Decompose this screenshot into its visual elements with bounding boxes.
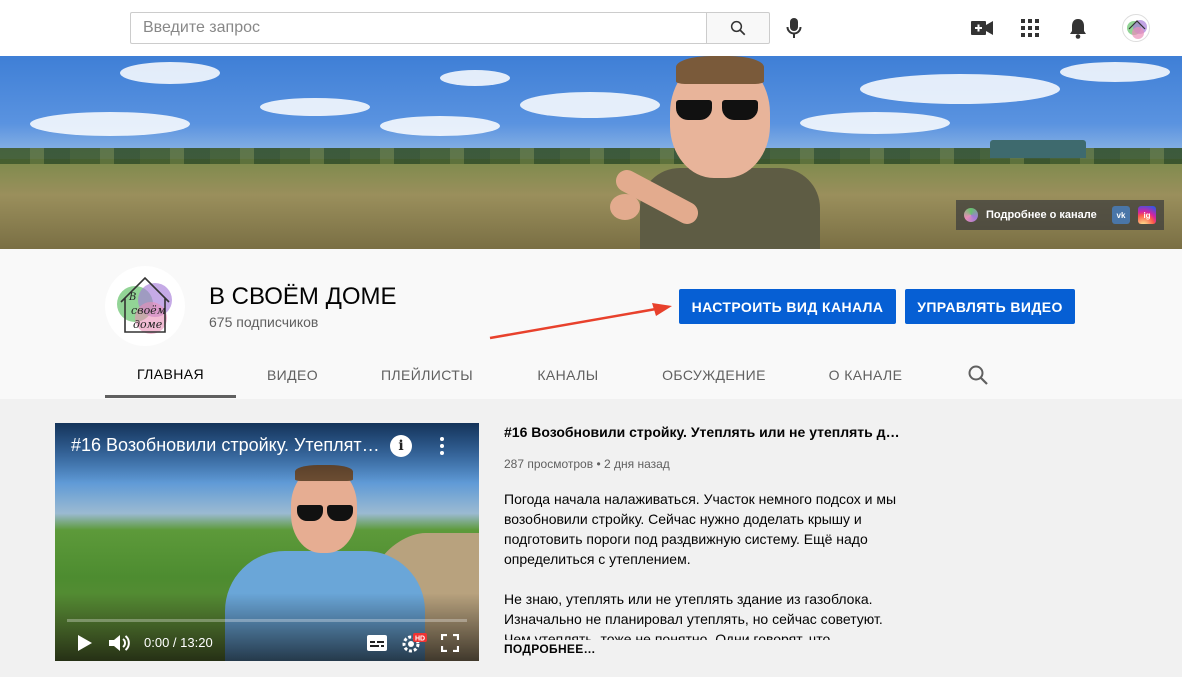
- vk-icon[interactable]: vk: [1112, 206, 1130, 224]
- masthead: [0, 0, 1182, 56]
- tab-home[interactable]: ГЛАВНАЯ: [105, 352, 236, 398]
- about-channel-link[interactable]: Подробнее о канале: [986, 209, 1104, 221]
- subtitles-icon: [367, 635, 387, 651]
- video-player[interactable]: #16 Возобновили стройку. Утеплят… i 0:00…: [55, 423, 479, 661]
- avatar-line: В: [128, 292, 136, 303]
- subscriber-count: 675 подписчиков: [209, 314, 319, 330]
- banner-person-hand: [610, 194, 640, 220]
- volume-icon: [109, 635, 130, 651]
- search-icon: [968, 365, 988, 385]
- tab-videos[interactable]: ВИДЕО: [236, 352, 349, 398]
- more-options-icon[interactable]: [435, 435, 449, 457]
- subtitles-button[interactable]: [365, 631, 389, 655]
- settings-button[interactable]: HD: [401, 631, 427, 655]
- channel-logo-icon: [964, 208, 978, 222]
- apps-grid-icon: [1021, 19, 1039, 37]
- banner-cloud: [860, 74, 1060, 104]
- video-title-link[interactable]: #16 Возобновили стройку. Утеплять или не…: [504, 424, 904, 440]
- video-description: Погода начала налаживаться. Участок немн…: [504, 489, 904, 640]
- fullscreen-icon: [441, 634, 459, 652]
- fullscreen-button[interactable]: [439, 631, 461, 655]
- channel-avatar[interactable]: В своём доме: [105, 266, 185, 346]
- banner-links: Подробнее о канале vk ig: [956, 200, 1164, 230]
- banner-cloud: [380, 116, 500, 136]
- hd-badge: HD: [415, 636, 425, 643]
- play-icon: [78, 635, 92, 651]
- channel-banner: Подробнее о канале vk ig: [0, 56, 1182, 249]
- search-input[interactable]: [130, 12, 706, 44]
- video-meta: 287 просмотров • 2 дня назад: [504, 457, 670, 471]
- info-icon[interactable]: i: [390, 435, 412, 457]
- tab-about[interactable]: О КАНАЛЕ: [797, 352, 934, 398]
- banner-cloud: [260, 98, 370, 116]
- channel-logo-icon: [1127, 20, 1147, 39]
- instagram-icon[interactable]: ig: [1138, 206, 1156, 224]
- mic-icon: [786, 18, 802, 38]
- view-count: 287 просмотров: [504, 457, 594, 471]
- notifications-button[interactable]: [1066, 16, 1090, 40]
- search-button[interactable]: [706, 12, 770, 44]
- voice-search-button[interactable]: [782, 14, 806, 42]
- apps-button[interactable]: [1018, 16, 1042, 40]
- banner-cloud: [440, 70, 510, 86]
- banner-cloud: [30, 112, 190, 136]
- channel-search-button[interactable]: [966, 363, 990, 387]
- description-paragraph: Погода начала налаживаться. Участок немн…: [504, 491, 897, 567]
- banner-cloud: [120, 62, 220, 84]
- tab-discussion[interactable]: ОБСУЖДЕНИЕ: [631, 352, 797, 398]
- channel-logo-icon: В своём доме: [117, 276, 172, 334]
- manage-videos-button[interactable]: УПРАВЛЯТЬ ВИДЕО: [905, 289, 1075, 324]
- search-icon: [730, 20, 746, 36]
- sunglasses-icon: [676, 100, 760, 122]
- avatar-line: своём: [131, 304, 166, 317]
- channel-title: В СВОЁМ ДОМЕ: [209, 283, 397, 310]
- banner-house: [990, 140, 1086, 158]
- channel-tabs: ГЛАВНАЯ ВИДЕО ПЛЕЙЛИСТЫ КАНАЛЫ ОБСУЖДЕНИ…: [0, 352, 1182, 398]
- banner-person-hair: [676, 56, 764, 84]
- customize-channel-button[interactable]: НАСТРОИТЬ ВИД КАНАЛА: [679, 289, 896, 324]
- video-camera-plus-icon: [971, 21, 993, 35]
- read-more-link[interactable]: ПОДРОБНЕЕ…: [504, 642, 596, 656]
- gear-icon: HD: [402, 633, 427, 653]
- progress-bar[interactable]: [67, 619, 467, 622]
- bell-icon: [1070, 18, 1086, 39]
- description-paragraph: Не знаю, утеплять или не утеплять здание…: [504, 591, 883, 640]
- tab-playlists[interactable]: ПЛЕЙЛИСТЫ: [349, 352, 505, 398]
- annotation-arrow-icon: [489, 303, 672, 340]
- account-avatar[interactable]: [1122, 14, 1150, 42]
- meta-separator: •: [596, 457, 601, 471]
- play-button[interactable]: [75, 631, 95, 655]
- avatar-line: доме: [133, 318, 163, 331]
- banner-cloud: [1060, 62, 1170, 82]
- tab-channels[interactable]: КАНАЛЫ: [505, 352, 631, 398]
- upload-date: 2 дня назад: [603, 457, 670, 471]
- banner-cloud: [800, 112, 950, 134]
- create-video-button[interactable]: [970, 16, 994, 40]
- video-time: 0:00 / 13:20: [144, 635, 213, 650]
- banner-cloud: [520, 92, 660, 118]
- volume-button[interactable]: [107, 631, 131, 655]
- player-video-title[interactable]: #16 Возобновили стройку. Утеплят…: [71, 435, 389, 456]
